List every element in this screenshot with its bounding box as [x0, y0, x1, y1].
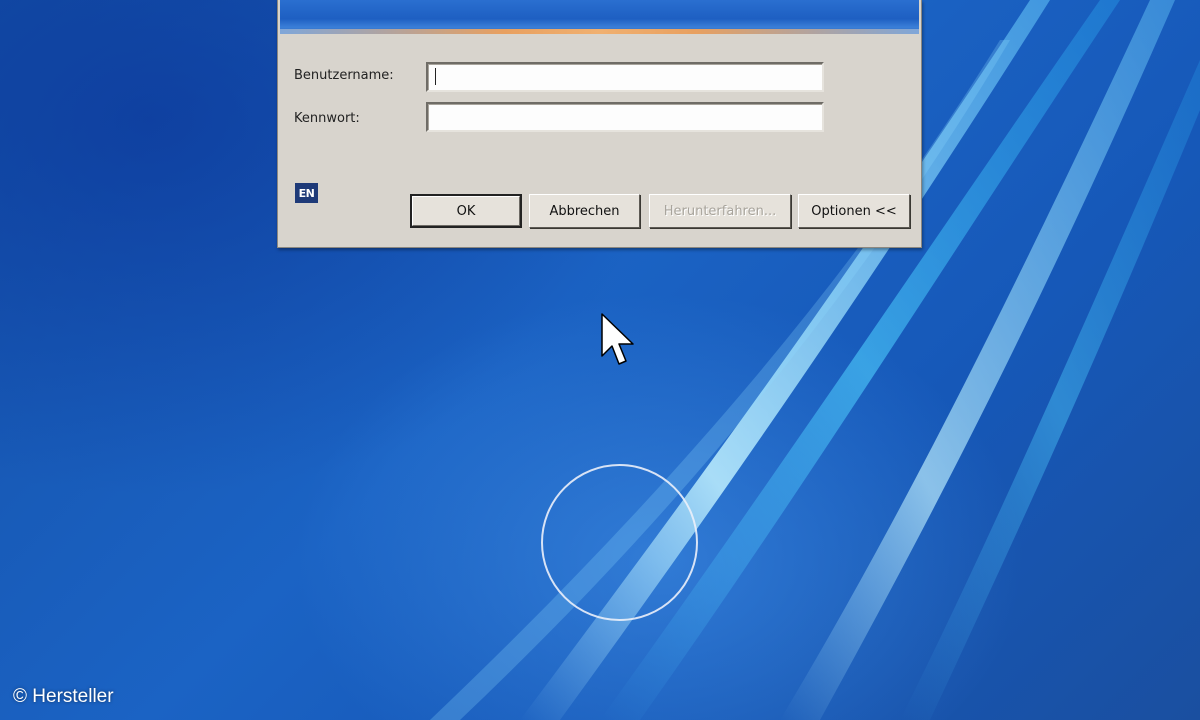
- ok-button[interactable]: OK: [410, 194, 522, 228]
- language-indicator[interactable]: EN: [295, 183, 318, 203]
- options-button-label: Optionen <<: [811, 203, 897, 219]
- ok-button-label: OK: [456, 203, 476, 219]
- shutdown-button[interactable]: Herunterfahren...: [649, 194, 791, 228]
- password-label: Kennwort:: [294, 111, 360, 126]
- text-caret: [435, 68, 436, 85]
- copyright-notice: © Hersteller: [13, 686, 114, 707]
- username-label: Benutzername:: [294, 68, 394, 83]
- arrow-pointer-icon: [601, 313, 634, 365]
- shutdown-button-label: Herunterfahren...: [663, 203, 777, 219]
- cancel-button[interactable]: Abbrechen: [529, 194, 640, 228]
- login-dialog: Benutzername: Kennwort: EN OK Abbrechen …: [277, 0, 922, 248]
- cancel-button-label: Abbrechen: [549, 203, 620, 219]
- username-field[interactable]: [426, 62, 824, 92]
- password-field[interactable]: [426, 102, 824, 132]
- circle-highlight: [541, 464, 698, 621]
- banner-stripe: [280, 29, 919, 34]
- options-button[interactable]: Optionen <<: [798, 194, 910, 228]
- dialog-banner: [278, 0, 921, 34]
